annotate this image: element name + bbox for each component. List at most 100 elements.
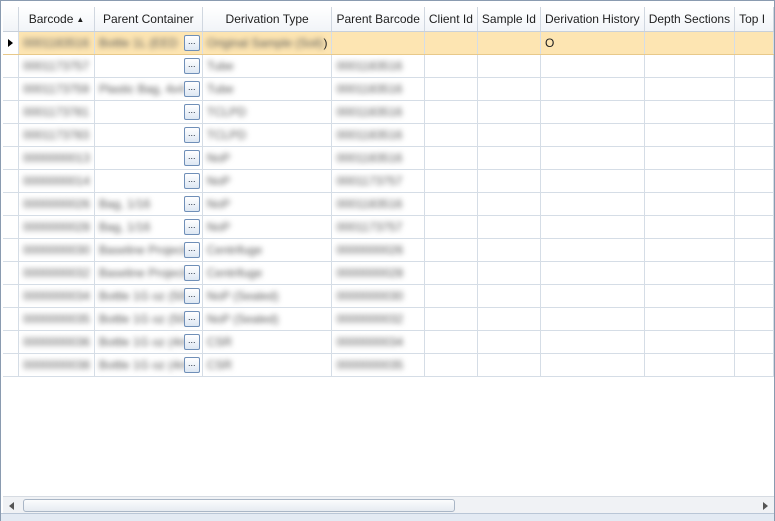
cell-client-id[interactable] bbox=[424, 54, 478, 78]
row-header[interactable] bbox=[3, 77, 20, 101]
cell-sample-id[interactable] bbox=[477, 54, 541, 78]
scrollbar-thumb[interactable] bbox=[23, 499, 455, 512]
row-header[interactable] bbox=[3, 238, 20, 262]
cell-parent-barcode[interactable]: 0001183516 bbox=[331, 192, 425, 216]
cell-derivation-history[interactable] bbox=[540, 123, 645, 147]
cell-derivation-type[interactable]: Tube bbox=[202, 54, 333, 78]
browse-container-button[interactable]: ... bbox=[183, 264, 200, 281]
cell-parent-container[interactable]: ... bbox=[94, 123, 203, 147]
cell-depth-sections[interactable] bbox=[644, 146, 736, 170]
cell-client-id[interactable] bbox=[424, 238, 478, 262]
cell-parent-barcode[interactable]: 0001183516 bbox=[331, 123, 425, 147]
cell-derivation-history[interactable] bbox=[540, 307, 645, 331]
cell-derivation-type[interactable]: NoP (Sealed) bbox=[202, 284, 333, 308]
table-row[interactable]: 0000000036 Bottle 1G oz (4m... CSR 00000000… bbox=[3, 330, 774, 354]
cell-client-id[interactable] bbox=[424, 192, 478, 216]
cell-sample-id[interactable] bbox=[477, 146, 541, 170]
cell-top[interactable] bbox=[734, 353, 774, 377]
cell-parent-barcode[interactable]: 0001183516 bbox=[331, 146, 425, 170]
cell-top[interactable] bbox=[734, 284, 774, 308]
cell-client-id[interactable] bbox=[424, 123, 478, 147]
cell-top[interactable] bbox=[734, 31, 774, 55]
row-header[interactable] bbox=[3, 31, 20, 55]
cell-top[interactable] bbox=[734, 54, 774, 78]
cell-client-id[interactable] bbox=[424, 169, 478, 193]
horizontal-scrollbar[interactable] bbox=[3, 496, 774, 513]
cell-depth-sections[interactable] bbox=[644, 238, 736, 262]
table-row[interactable]: 0000000014... NoP 0001173757 bbox=[3, 169, 774, 193]
cell-barcode[interactable]: 0000000032 bbox=[18, 261, 95, 285]
cell-derivation-type[interactable]: CSR bbox=[202, 353, 333, 377]
table-row[interactable]: 0001173781... TCLPD 0001183516 bbox=[3, 100, 774, 124]
cell-top[interactable] bbox=[734, 77, 774, 101]
cell-parent-container[interactable]: Baseline Projects... bbox=[94, 238, 203, 262]
cell-barcode[interactable]: 0000000035 bbox=[18, 307, 95, 331]
cell-depth-sections[interactable] bbox=[644, 215, 736, 239]
cell-derivation-type[interactable]: Original Sample (Soil)) bbox=[202, 31, 333, 55]
cell-parent-barcode[interactable]: 0001183516 bbox=[331, 77, 425, 101]
column-header-top[interactable]: Top I bbox=[734, 7, 774, 32]
corner-header[interactable] bbox=[3, 7, 20, 32]
browse-container-button[interactable]: ... bbox=[183, 103, 200, 120]
cell-parent-barcode[interactable]: 0000000030 bbox=[331, 284, 425, 308]
row-header[interactable] bbox=[3, 307, 20, 331]
column-header-derivation-history[interactable]: Derivation History bbox=[540, 7, 645, 32]
cell-parent-barcode[interactable]: 0000000034 bbox=[331, 330, 425, 354]
cell-derivation-history[interactable] bbox=[540, 284, 645, 308]
cell-barcode[interactable]: 0000000013 bbox=[18, 146, 95, 170]
column-header-depth-sections[interactable]: Depth Sections bbox=[644, 7, 736, 32]
cell-derivation-history[interactable] bbox=[540, 238, 645, 262]
cell-derivation-history[interactable] bbox=[540, 169, 645, 193]
cell-derivation-type[interactable]: NoP bbox=[202, 192, 333, 216]
cell-parent-container[interactable]: Bottle 1G oz (500... bbox=[94, 307, 203, 331]
cell-depth-sections[interactable] bbox=[644, 77, 736, 101]
table-row[interactable]: 0000000035 Bottle 1G oz (500... NoP (Seale… bbox=[3, 307, 774, 331]
cell-parent-barcode[interactable]: 0000000032 bbox=[331, 307, 425, 331]
cell-client-id[interactable] bbox=[424, 215, 478, 239]
cell-derivation-type[interactable]: NoP bbox=[202, 146, 333, 170]
cell-barcode[interactable]: 0000000014 bbox=[18, 169, 95, 193]
cell-derivation-history[interactable] bbox=[540, 77, 645, 101]
cell-parent-barcode[interactable]: 0001183516 bbox=[331, 54, 425, 78]
cell-parent-barcode[interactable]: 0001173757 bbox=[331, 215, 425, 239]
browse-container-button[interactable]: ... bbox=[183, 149, 200, 166]
cell-sample-id[interactable] bbox=[477, 238, 541, 262]
table-row[interactable]: 0001173783... TCLPD 0001183516 bbox=[3, 123, 774, 147]
table-row[interactable]: 0001173759 Plastic Bag, 4x4 Tis... Tube 000… bbox=[3, 77, 774, 101]
cell-barcode[interactable]: 0000000028 bbox=[18, 215, 95, 239]
cell-parent-barcode[interactable] bbox=[331, 31, 425, 55]
column-header-parent-barcode[interactable]: Parent Barcode bbox=[331, 7, 425, 32]
cell-barcode[interactable]: 0000000038 bbox=[18, 353, 95, 377]
browse-container-button[interactable]: ... bbox=[183, 356, 200, 373]
row-header[interactable] bbox=[3, 54, 20, 78]
cell-parent-barcode[interactable]: 0000000028 bbox=[331, 261, 425, 285]
browse-container-button[interactable]: ... bbox=[183, 126, 200, 143]
scroll-left-button[interactable] bbox=[3, 497, 20, 514]
cell-top[interactable] bbox=[734, 169, 774, 193]
cell-depth-sections[interactable] bbox=[644, 123, 736, 147]
browse-container-button[interactable]: ... bbox=[183, 310, 200, 327]
cell-top[interactable] bbox=[734, 146, 774, 170]
cell-derivation-history[interactable] bbox=[540, 100, 645, 124]
cell-derivation-history[interactable] bbox=[540, 215, 645, 239]
browse-container-button[interactable]: ... bbox=[183, 218, 200, 235]
column-header-client-id[interactable]: Client Id bbox=[424, 7, 478, 32]
cell-top[interactable] bbox=[734, 307, 774, 331]
cell-barcode[interactable]: 0001173783 bbox=[18, 123, 95, 147]
table-row[interactable]: 0000000032 Baseline Projects... Centrifuge… bbox=[3, 261, 774, 285]
cell-parent-container[interactable]: ... bbox=[94, 100, 203, 124]
table-row[interactable]: 0000000028 Bag, 1/16... NoP 0001173757 bbox=[3, 215, 774, 239]
cell-client-id[interactable] bbox=[424, 31, 478, 55]
cell-depth-sections[interactable] bbox=[644, 54, 736, 78]
cell-derivation-history[interactable] bbox=[540, 54, 645, 78]
cell-parent-container[interactable]: Bag, 1/16... bbox=[94, 192, 203, 216]
cell-parent-barcode[interactable]: 0000000026 bbox=[331, 238, 425, 262]
browse-container-button[interactable]: ... bbox=[183, 241, 200, 258]
cell-sample-id[interactable] bbox=[477, 215, 541, 239]
row-header[interactable] bbox=[3, 330, 20, 354]
cell-depth-sections[interactable] bbox=[644, 100, 736, 124]
cell-barcode[interactable]: 0000000030 bbox=[18, 238, 95, 262]
cell-barcode[interactable]: 0000000036 bbox=[18, 330, 95, 354]
row-header[interactable] bbox=[3, 100, 20, 124]
cell-depth-sections[interactable] bbox=[644, 330, 736, 354]
